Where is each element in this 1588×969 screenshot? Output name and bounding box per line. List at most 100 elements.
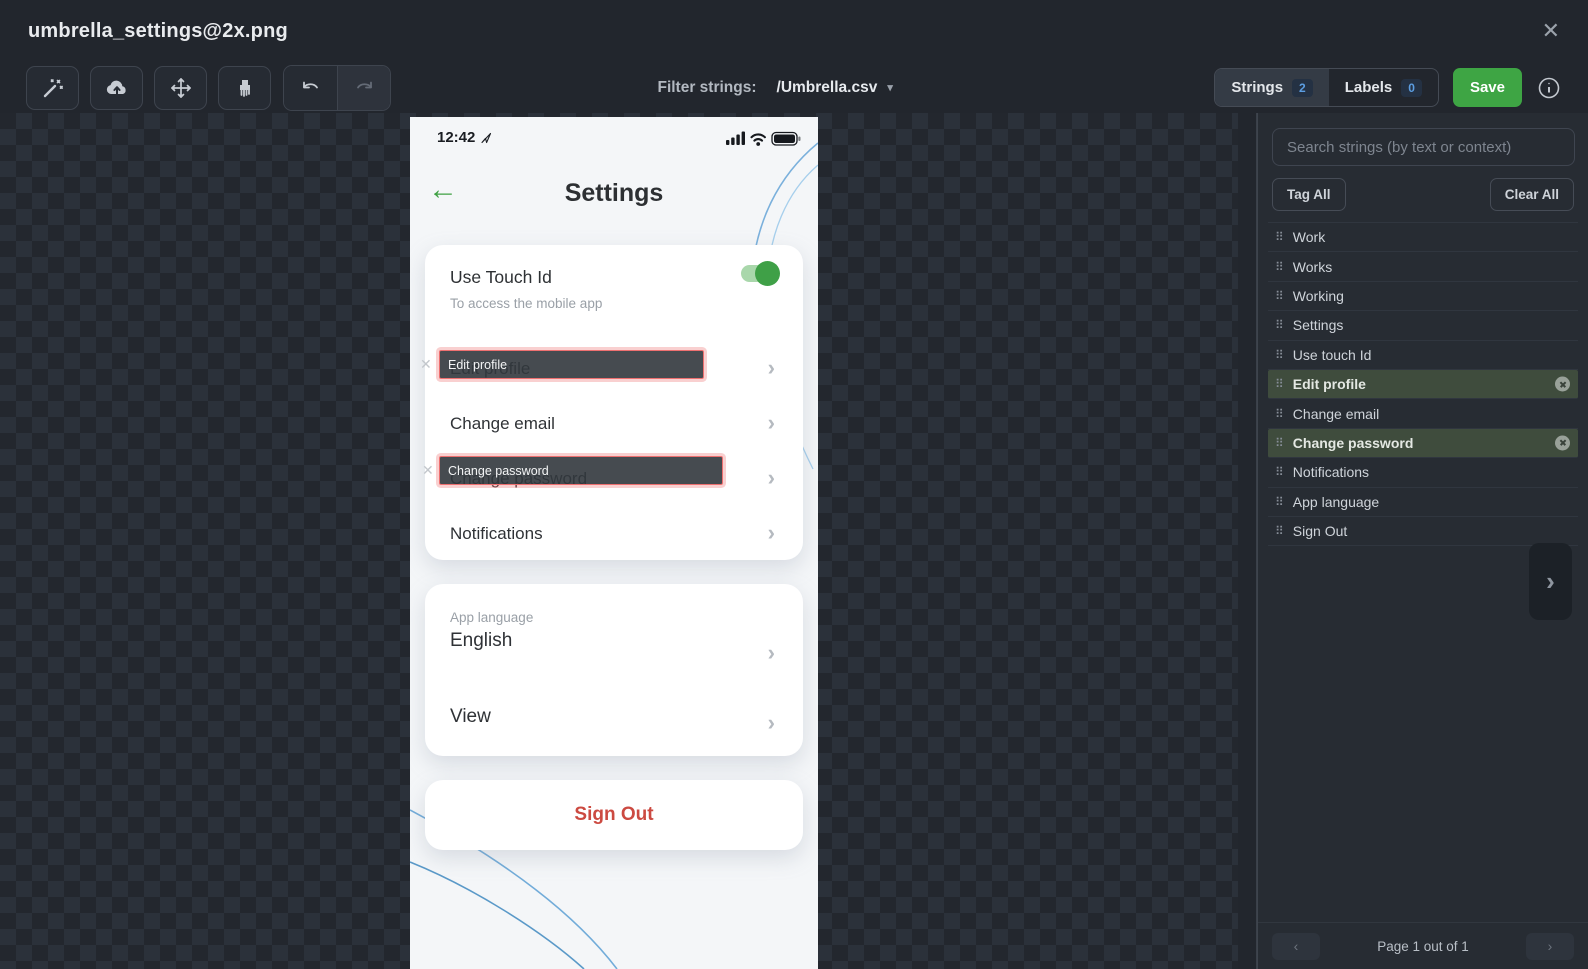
tab-strings[interactable]: Strings 2: [1215, 69, 1329, 106]
string-row[interactable]: ⠿ Working: [1268, 282, 1578, 312]
filter-file-value: /Umbrella.csv: [776, 78, 878, 96]
string-label: Notifications: [1292, 464, 1370, 481]
tab-labels[interactable]: Labels 0: [1329, 69, 1438, 106]
drag-handle-icon[interactable]: ⠿: [1275, 289, 1284, 303]
location-arrow-icon: [481, 132, 492, 143]
pagination: ‹ Page 1 out of 1 ›: [1258, 922, 1588, 969]
untag-icon[interactable]: [1555, 376, 1570, 392]
drag-handle-icon[interactable]: ⠿: [1275, 436, 1284, 450]
signout-card[interactable]: Sign Out: [425, 780, 803, 850]
filter-strings-control: Filter strings: /Umbrella.csv ▾: [657, 62, 892, 113]
filter-strings-label: Filter strings:: [657, 78, 757, 96]
wifi-dot: [756, 142, 761, 146]
drag-handle-icon[interactable]: ⠿: [1275, 524, 1284, 538]
brush-icon: [239, 79, 250, 97]
drag-handle-icon[interactable]: ⠿: [1275, 348, 1284, 362]
magic-wand-icon: [43, 78, 63, 97]
clear-all-button[interactable]: Clear All: [1489, 178, 1574, 211]
untag-icon[interactable]: [1555, 435, 1570, 451]
string-row[interactable]: ⠿ Work: [1268, 223, 1578, 253]
signout-button[interactable]: Sign Out: [425, 780, 803, 850]
string-label: Work: [1292, 229, 1326, 246]
string-label: Use touch Id: [1292, 346, 1372, 363]
move-button[interactable]: [154, 65, 207, 110]
string-row[interactable]: ⠿ Use touch Id: [1268, 341, 1578, 370]
tab-labels-label: Labels: [1344, 79, 1393, 96]
editor-canvas[interactable]: 12:42 ← Settings Use Touch Id To access …: [0, 113, 1238, 969]
tab-strings-label: Strings: [1231, 79, 1284, 96]
page-next-button[interactable]: ›: [1525, 932, 1574, 960]
cloud-upload-icon: [106, 80, 126, 95]
save-button[interactable]: Save: [1452, 68, 1522, 107]
upload-button[interactable]: [90, 65, 143, 110]
app-language-label: App language: [450, 610, 534, 625]
redo-icon: [357, 81, 372, 88]
info-button[interactable]: [1536, 75, 1562, 101]
chevron-right-icon: ›: [767, 519, 775, 545]
tag-all-button[interactable]: Tag All: [1272, 178, 1346, 211]
string-row[interactable]: ⠿ Edit profile: [1268, 369, 1578, 400]
chevron-right-icon: ›: [1546, 566, 1555, 596]
magic-wand-button[interactable]: [26, 65, 79, 110]
string-tag-edit-profile[interactable]: Edit profile: [439, 350, 704, 379]
string-label: Change password: [1292, 434, 1414, 451]
drag-handle-icon[interactable]: ⠿: [1275, 230, 1284, 244]
move-icon: [170, 77, 191, 98]
string-row[interactable]: ⠿ Sign Out: [1268, 517, 1578, 547]
chevron-right-icon[interactable]: ›: [768, 712, 775, 734]
string-row[interactable]: ⠿ Settings: [1268, 311, 1578, 341]
preferences-card: App language English › View ›: [425, 584, 803, 756]
filter-file-dropdown[interactable]: /Umbrella.csv ▾: [777, 79, 893, 97]
string-label: Settings: [1292, 317, 1344, 334]
document-title: umbrella_settings@2x.png: [28, 19, 288, 42]
view-row-label[interactable]: View: [450, 706, 491, 728]
toolbar: Filter strings: /Umbrella.csv ▾ Strings …: [0, 62, 1588, 113]
close-icon[interactable]: ✕: [1542, 20, 1560, 42]
touchid-title: Use Touch Id: [450, 267, 552, 287]
settings-row[interactable]: Change email ›: [425, 396, 803, 451]
drag-handle-icon[interactable]: ⠿: [1275, 465, 1284, 479]
drag-handle-icon[interactable]: ⠿: [1275, 377, 1284, 391]
touchid-toggle[interactable]: [741, 261, 780, 286]
chevron-right-icon: ›: [767, 409, 775, 435]
touchid-subtitle: To access the mobile app: [450, 296, 603, 311]
string-row[interactable]: ⠿ Change email: [1268, 399, 1578, 429]
redo-button[interactable]: [337, 65, 390, 110]
string-row[interactable]: ⠿ Notifications: [1268, 458, 1578, 488]
screenshot-phone: 12:42 ← Settings Use Touch Id To access …: [410, 117, 818, 969]
settings-row-label: Notifications: [450, 523, 543, 543]
search-input[interactable]: [1272, 128, 1575, 166]
string-row[interactable]: ⠿ Works: [1268, 252, 1578, 282]
security-card: Use Touch Id To access the mobile app Ed…: [425, 245, 803, 560]
drag-handle-icon[interactable]: ⠿: [1275, 407, 1284, 421]
string-row[interactable]: ⠿ App language: [1268, 488, 1578, 517]
brush-button[interactable]: [218, 65, 271, 110]
statusbar-icons: [726, 130, 802, 152]
undo-icon: [302, 81, 318, 88]
info-icon: [1538, 77, 1560, 98]
header-right-controls: Strings 2 Labels 0 Save: [1214, 62, 1562, 113]
string-tag-change-password[interactable]: Change password: [439, 456, 723, 485]
wifi-icon: [750, 133, 766, 142]
phone-statusbar: 12:42: [410, 127, 818, 149]
string-label: Sign Out: [1292, 523, 1348, 540]
titlebar: umbrella_settings@2x.png ✕: [0, 0, 1588, 62]
page-prev-button[interactable]: ‹: [1272, 932, 1320, 960]
labels-count-badge: 0: [1401, 78, 1422, 97]
string-label: Change email: [1292, 405, 1380, 422]
statusbar-time: 12:42: [437, 129, 492, 146]
string-row[interactable]: ⠿ Change password: [1268, 428, 1578, 459]
tool-group: [26, 65, 271, 110]
sidebar-actions: Tag All Clear All: [1272, 178, 1574, 211]
canvas-scroll-strip[interactable]: [1238, 113, 1257, 969]
app-language-value[interactable]: English: [450, 630, 512, 652]
chevron-right-icon[interactable]: ›: [768, 642, 775, 664]
remove-tag-icon[interactable]: ✕: [420, 357, 432, 371]
drag-handle-icon[interactable]: ⠿: [1275, 260, 1284, 274]
drag-handle-icon[interactable]: ⠿: [1275, 495, 1284, 509]
remove-tag-icon[interactable]: ✕: [422, 463, 434, 477]
undo-button[interactable]: [284, 65, 337, 110]
collapse-panel-button[interactable]: ›: [1529, 543, 1572, 620]
drag-handle-icon[interactable]: ⠿: [1275, 318, 1284, 332]
settings-row[interactable]: Notifications ›: [425, 506, 803, 561]
